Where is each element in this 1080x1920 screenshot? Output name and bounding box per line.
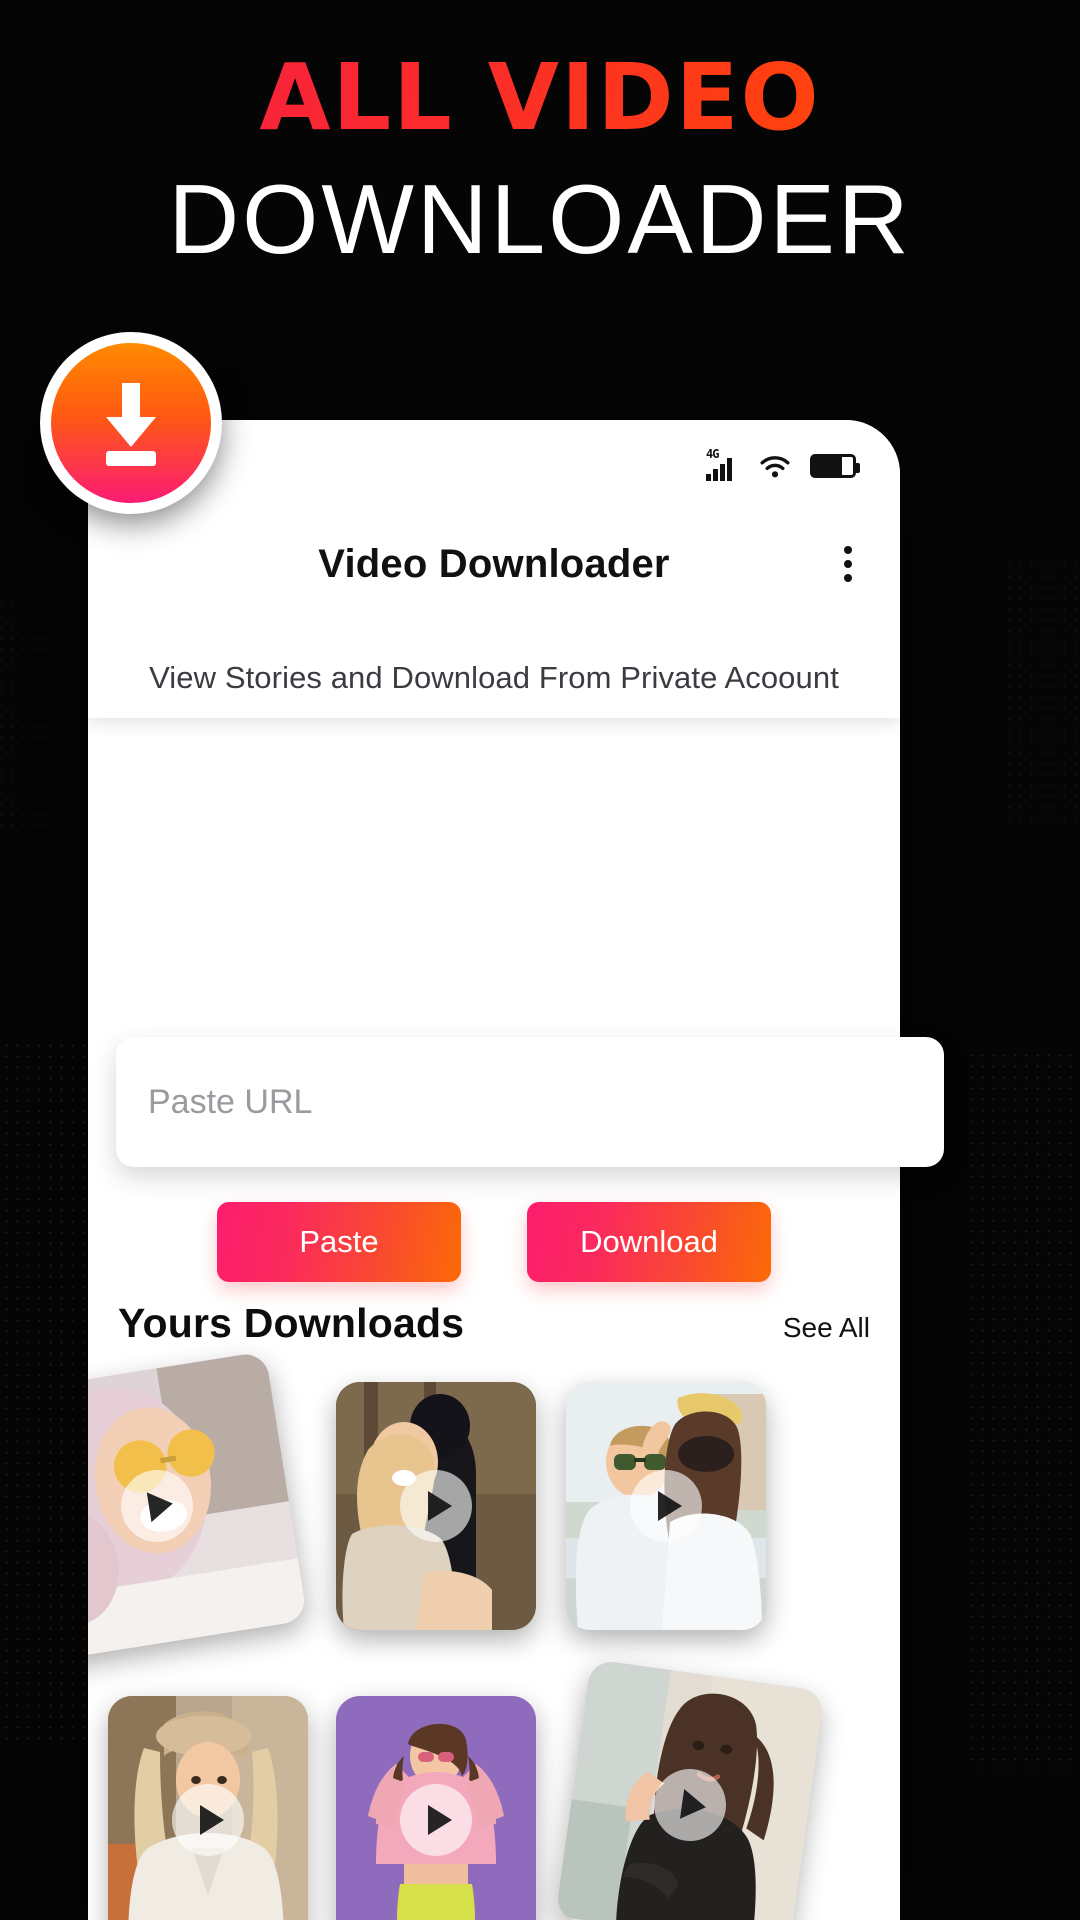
hero-title-primary: ALL VIDEO [0,52,1080,144]
list-item[interactable] [554,1658,826,1920]
hero-title-secondary: DOWNLOADER [168,164,912,274]
dot-texture-right [966,1050,1080,1770]
play-icon[interactable] [400,1470,472,1542]
downloads-section-title: Yours Downloads [118,1300,465,1346]
dot-texture-bottom-left [0,600,66,830]
list-item[interactable] [108,1696,308,1920]
phone-mockup: 4G Video Downloader View Stories and Dow… [88,420,900,1920]
action-button-row: Paste Download [88,1202,900,1282]
battery-icon [810,454,860,478]
list-item[interactable] [88,1351,308,1661]
see-all-link[interactable]: See All [783,1312,870,1344]
signal-bars-icon: 4G [706,447,740,483]
promo-screenshot: ALL VIDEO DOWNLOADER 4G Video Downloader [0,0,1080,1920]
play-icon[interactable] [400,1784,472,1856]
list-item[interactable] [336,1382,536,1630]
wifi-icon [760,456,790,478]
download-arrow-icon [51,343,211,503]
play-icon[interactable] [172,1784,244,1856]
play-icon[interactable] [630,1470,702,1542]
app-title: Video Downloader [318,541,670,586]
kebab-menu-icon[interactable] [844,546,854,582]
download-button[interactable]: Download [527,1202,771,1282]
paste-button[interactable]: Paste [217,1202,461,1282]
url-input[interactable]: Paste URL [116,1037,944,1167]
downloads-section-header: Yours Downloads See All [88,1300,900,1347]
downloads-grid [88,1351,900,1920]
app-bar: Video Downloader [88,512,900,616]
hero-heading: ALL VIDEO DOWNLOADER [0,0,1080,274]
app-icon-badge [40,332,222,514]
list-item[interactable] [566,1382,766,1630]
app-subtitle: View Stories and Download From Private A… [149,660,839,695]
dot-texture-top-right [1004,560,1080,820]
list-item[interactable] [336,1696,536,1920]
url-input-placeholder: Paste URL [148,1082,313,1121]
